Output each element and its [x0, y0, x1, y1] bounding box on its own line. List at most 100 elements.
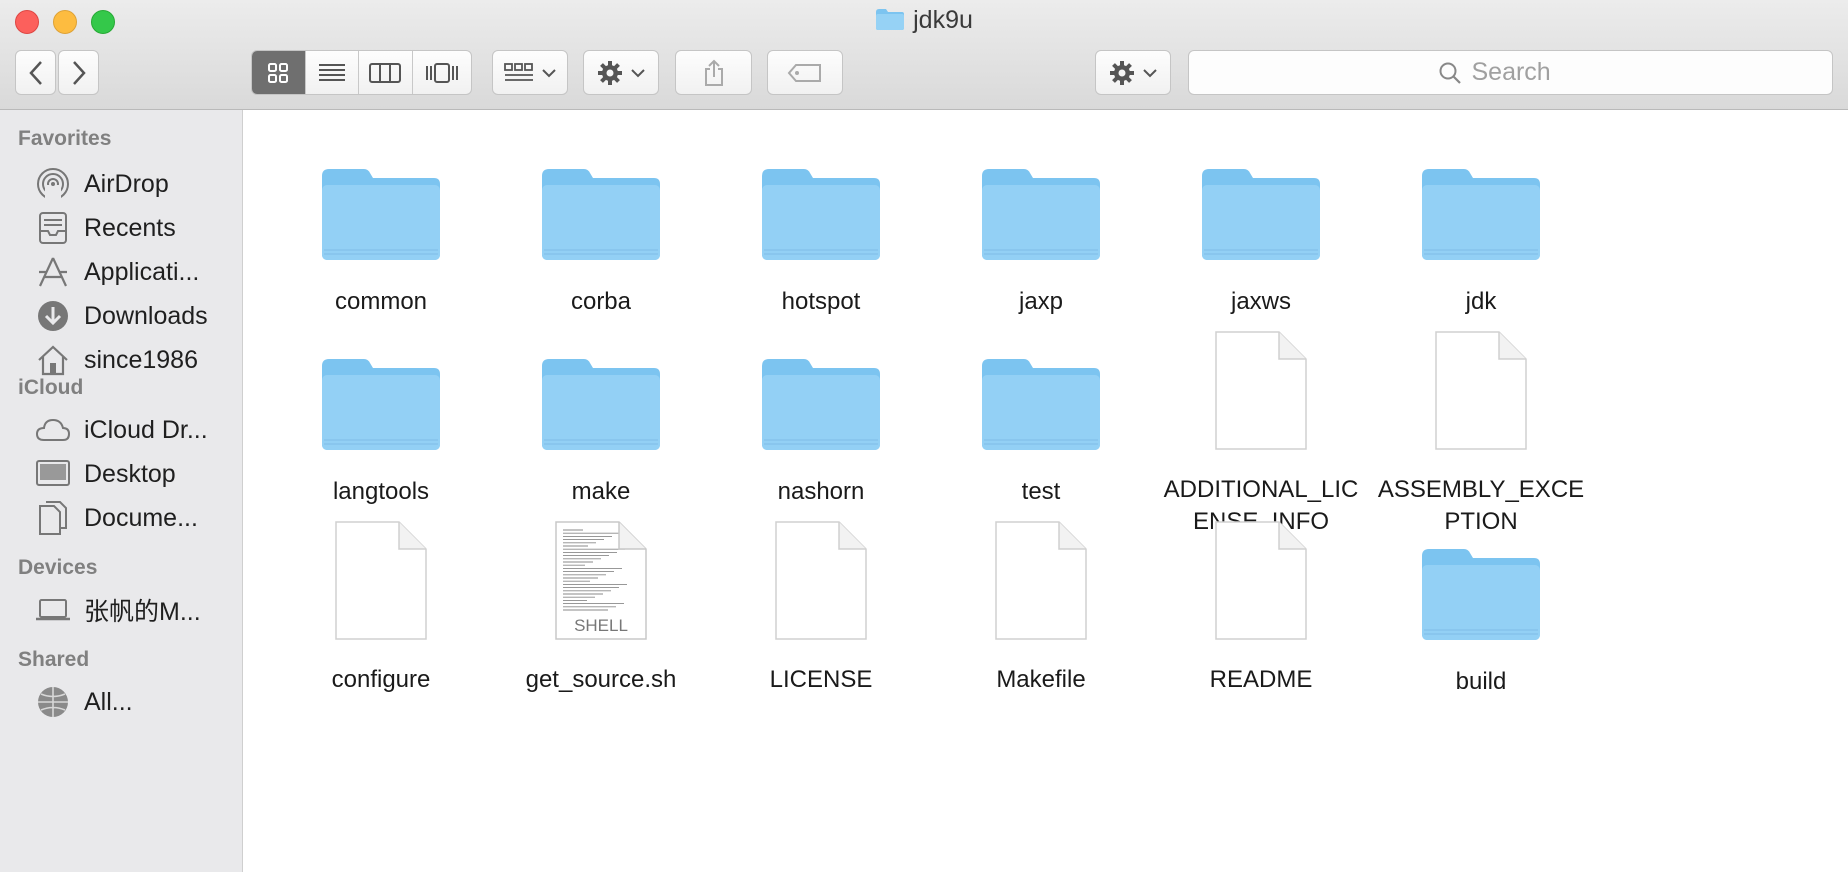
svg-text:SHELL: SHELL — [574, 616, 628, 635]
forward-button[interactable] — [58, 50, 99, 95]
sidebar-item-applications[interactable]: Applicati... — [33, 250, 238, 294]
sidebar-item-recents[interactable]: Recents — [33, 206, 238, 250]
folder-icon — [531, 312, 671, 454]
document-icon — [971, 502, 1111, 642]
finder-window: jdk9u Search Favorites AirDrop Recents A… — [0, 0, 1848, 872]
search-field[interactable] — [1188, 50, 1833, 95]
file-name: README — [1209, 666, 1313, 693]
gear-icon — [598, 60, 622, 85]
tags-button[interactable] — [767, 50, 843, 95]
file-name: LICENSE — [769, 666, 873, 693]
list-view-button[interactable] — [306, 51, 360, 94]
toolbar: jdk9u — [0, 0, 1848, 110]
list-icon — [318, 63, 345, 81]
cover-flow-button[interactable] — [413, 51, 471, 94]
recents-icon — [33, 208, 73, 248]
icloud-icon — [33, 410, 73, 450]
gear-icon — [1110, 60, 1134, 85]
folder-item[interactable]: test — [931, 312, 1151, 508]
sidebar: Favorites AirDrop Recents Applicati... D… — [0, 110, 243, 872]
folder-icon — [1411, 122, 1551, 264]
sidebar-item-label: iCloud Dr... — [84, 415, 208, 444]
documents-icon — [33, 498, 73, 538]
document-icon — [1191, 502, 1331, 642]
sidebar-item-macbook[interactable]: 张帆的M... — [33, 588, 238, 632]
sidebar-item-label: AirDrop — [84, 169, 169, 198]
sidebar-item-label: since1986 — [84, 345, 198, 374]
settings-button[interactable] — [1095, 50, 1171, 95]
folder-item[interactable]: build — [1371, 502, 1591, 698]
icon-view-button[interactable] — [252, 51, 306, 94]
file-item[interactable]: configure — [271, 502, 491, 696]
sidebar-item-label: Downloads — [84, 301, 208, 330]
grid-icon — [268, 62, 289, 83]
shell-script-icon: SHELL — [531, 502, 671, 642]
columns-icon — [369, 62, 402, 83]
downloads-icon — [33, 296, 73, 336]
column-view-button[interactable] — [359, 51, 413, 94]
file-item[interactable]: LICENSE — [711, 502, 931, 696]
back-button[interactable] — [15, 50, 56, 95]
chevron-down-icon — [542, 68, 556, 77]
folder-item[interactable]: jdk — [1371, 122, 1591, 318]
file-item[interactable]: Makefile — [931, 502, 1151, 696]
sidebar-item-desktop[interactable]: Desktop — [33, 452, 238, 496]
sidebar-item-downloads[interactable]: Downloads — [33, 294, 238, 338]
folder-icon — [531, 122, 671, 264]
folder-item[interactable]: nashorn — [711, 312, 931, 508]
sidebar-section-shared: Shared — [18, 648, 90, 671]
folder-icon — [311, 312, 451, 454]
folder-icon — [1191, 122, 1331, 264]
folder-icon — [971, 122, 1111, 264]
folder-item[interactable]: common — [271, 122, 491, 318]
sidebar-item-label: 张帆的M... — [84, 598, 201, 626]
sidebar-section-icloud: iCloud — [18, 376, 84, 399]
search-icon — [1439, 62, 1461, 84]
sidebar-item-icloud-drive[interactable]: iCloud Dr... — [33, 408, 238, 452]
folder-item[interactable]: jaxws — [1151, 122, 1371, 318]
share-icon — [704, 59, 723, 86]
folder-icon — [875, 7, 905, 38]
sidebar-item-airdrop[interactable]: AirDrop — [33, 162, 238, 206]
tag-icon — [787, 63, 821, 82]
action-button[interactable] — [583, 50, 659, 95]
chevron-left-icon — [28, 60, 42, 85]
file-item[interactable]: SHELL get_source.sh — [491, 502, 711, 696]
sidebar-item-label: Applicati... — [84, 257, 200, 286]
cover-flow-icon — [425, 62, 458, 83]
folder-item[interactable]: langtools — [271, 312, 491, 508]
search-input[interactable] — [1469, 57, 1584, 88]
sidebar-item-documents[interactable]: Docume... — [33, 496, 238, 540]
window-title: jdk9u — [0, 6, 1848, 38]
folder-icon — [971, 312, 1111, 454]
document-icon — [311, 502, 451, 642]
folder-icon — [311, 122, 451, 264]
file-name: build — [1455, 668, 1507, 695]
file-name: configure — [331, 666, 431, 693]
folder-item[interactable]: make — [491, 312, 711, 508]
share-button[interactable] — [675, 50, 752, 95]
chevron-down-icon — [1143, 68, 1157, 77]
folder-item[interactable]: corba — [491, 122, 711, 318]
sidebar-item-all-shared[interactable]: All... — [33, 680, 238, 724]
desktop-icon — [33, 454, 73, 494]
sidebar-item-label: Desktop — [84, 459, 176, 488]
sidebar-item-label: All... — [84, 687, 133, 716]
window-title-text: jdk9u — [913, 6, 973, 34]
folder-item[interactable]: hotspot — [711, 122, 931, 318]
network-icon — [33, 682, 73, 722]
view-mode-control — [251, 50, 472, 95]
document-icon — [751, 502, 891, 642]
sidebar-section-favorites: Favorites — [18, 127, 112, 150]
airdrop-icon — [33, 164, 73, 204]
folder-item[interactable]: jaxp — [931, 122, 1151, 318]
chevron-down-icon — [631, 68, 645, 77]
document-icon — [1191, 312, 1331, 452]
file-item[interactable]: README — [1151, 502, 1371, 696]
file-browser: common corba hotspot jaxp jaxws jdk langtools m… — [243, 110, 1848, 872]
sidebar-section-devices: Devices — [18, 556, 98, 579]
arrange-button[interactable] — [492, 50, 568, 95]
file-name: Makefile — [996, 666, 1086, 693]
applications-icon — [33, 252, 73, 292]
laptop-icon — [33, 590, 73, 630]
